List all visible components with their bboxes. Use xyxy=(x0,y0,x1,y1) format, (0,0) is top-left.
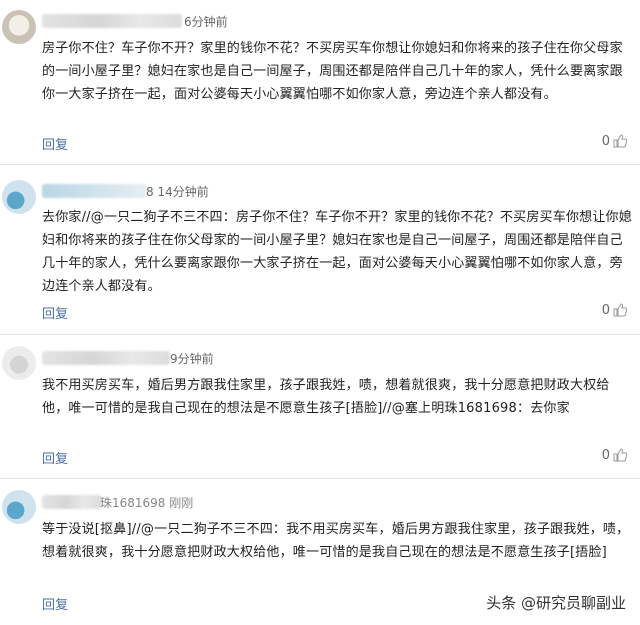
like-button[interactable]: 0 xyxy=(602,447,628,463)
watermark: 头条 @研究员聊副业 xyxy=(486,594,626,612)
thumbs-up-icon xyxy=(613,303,628,317)
divider xyxy=(0,478,640,479)
username-blurred xyxy=(42,351,170,365)
like-count: 0 xyxy=(601,302,610,318)
reply-button[interactable]: 回复 xyxy=(42,303,68,322)
divider xyxy=(0,334,640,335)
username-blurred xyxy=(42,14,182,28)
comment-text: 房子你不住？车子你不开？家里的钱你不花？不买房买车你想让你媳妇和你将来的孩子住在… xyxy=(42,41,623,102)
like-count: 0 xyxy=(601,447,610,463)
comment-text: 去你家//@一只二狗子不三不四：房子你不住？车子你不开？家里的钱你不花？不买房买… xyxy=(42,210,632,294)
comment-time: 珠1681698 刚刚 xyxy=(100,496,194,510)
username-blurred xyxy=(42,495,102,509)
avatar[interactable] xyxy=(2,10,36,44)
avatar[interactable] xyxy=(2,180,36,214)
thumbs-up-icon xyxy=(613,448,628,462)
divider xyxy=(0,164,640,165)
avatar[interactable] xyxy=(2,490,36,524)
reply-button[interactable]: 回复 xyxy=(42,594,68,613)
comment-text: 我不用买房买车，婚后男方跟我住家里，孩子跟我姓，啧，想着就很爽，我十分愿意把财政… xyxy=(42,378,610,416)
reply-button[interactable]: 回复 xyxy=(42,448,68,467)
comment-text: 等于没说[抠鼻]//@一只二狗子不三不四：我不用买房买车，婚后男方跟我住家里，孩… xyxy=(42,522,630,560)
reply-button[interactable]: 回复 xyxy=(42,134,68,153)
comment-time: 6分钟前 xyxy=(184,15,228,29)
thumbs-up-icon xyxy=(613,134,628,148)
username-blurred xyxy=(42,184,147,198)
avatar[interactable] xyxy=(2,346,36,380)
like-count: 0 xyxy=(601,133,610,149)
like-button[interactable]: 0 xyxy=(602,133,628,149)
comment-time: 8 14分钟前 xyxy=(146,185,209,199)
comment-time: 9分钟前 xyxy=(170,352,214,366)
like-button[interactable]: 0 xyxy=(602,302,628,318)
